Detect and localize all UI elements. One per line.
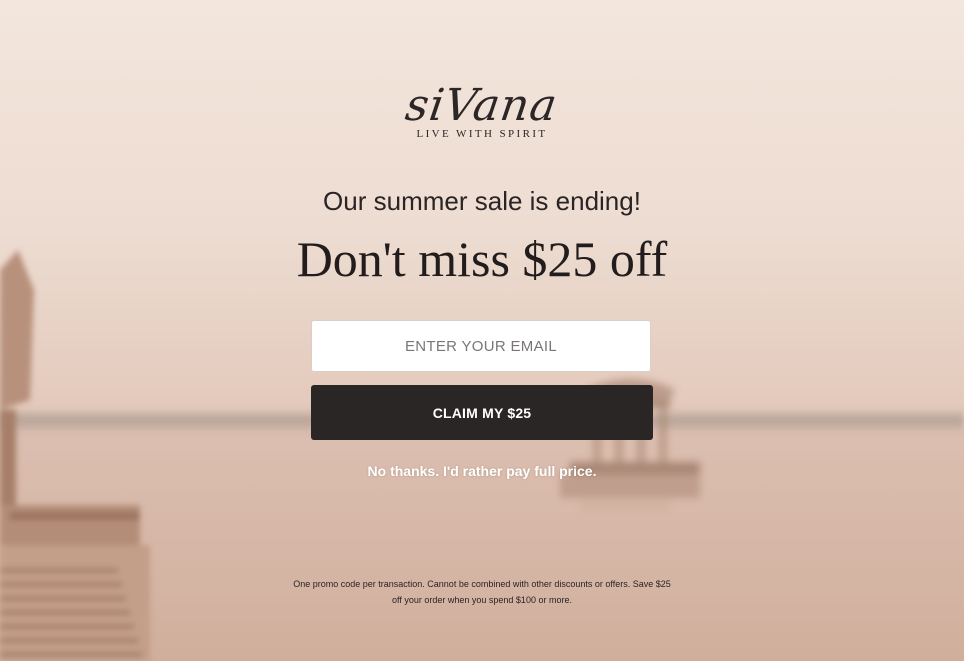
email-input[interactable] [311,320,651,372]
logo-wordmark: siVana [402,80,562,131]
offer-headline: Don't miss $25 off [296,231,668,287]
claim-button[interactable]: CLAIM MY $25 [311,385,653,440]
brand-logo: siVana LIVE WITH SPIRIT [0,80,964,140]
offer-subheadline: Our summer sale is ending! [323,186,641,216]
signup-popup: siVana LIVE WITH SPIRIT Our summer sale … [0,0,964,661]
decline-link[interactable]: No thanks. I'd rather pay full price. [0,463,964,479]
disclaimer-text: One promo code per transaction. Cannot b… [293,579,671,605]
